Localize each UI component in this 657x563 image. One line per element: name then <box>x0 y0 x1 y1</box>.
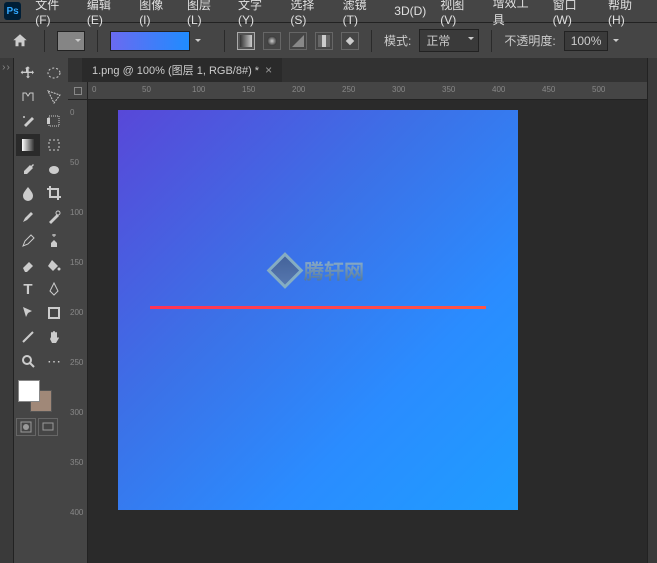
menu-help[interactable]: 帮助(H) <box>602 0 653 29</box>
workspace: 1.png @ 100% (图层 1, RGB/8#) * × 0 50 100… <box>68 58 647 563</box>
divider <box>371 30 372 52</box>
gradient-linear-icon[interactable] <box>237 32 255 50</box>
hand-tool-icon[interactable] <box>42 326 66 348</box>
menu-bar: Ps 文件(F) 编辑(E) 图像(I) 图层(L) 文字(Y) 选择(S) 滤… <box>0 0 657 22</box>
menu-type[interactable]: 文字(Y) <box>232 0 282 29</box>
move-tool-icon[interactable] <box>16 62 40 84</box>
menu-view[interactable]: 视图(V) <box>434 0 484 29</box>
menu-plugins[interactable]: 增效工具 <box>487 0 545 30</box>
zoom-tool-icon[interactable] <box>16 350 40 372</box>
crop-frame-icon[interactable] <box>42 110 66 132</box>
drop-tool-icon[interactable] <box>16 182 40 204</box>
quickmask-icon[interactable] <box>16 418 36 436</box>
tab-title: 1.png @ 100% (图层 1, RGB/8#) * <box>92 62 259 78</box>
gradient-angle-icon[interactable] <box>289 32 307 50</box>
rect-marquee-icon[interactable] <box>42 134 66 156</box>
divider <box>97 30 98 52</box>
right-collapse-strip[interactable] <box>647 58 657 563</box>
opacity-input[interactable]: 100% <box>564 31 609 51</box>
marquee-tool-icon[interactable] <box>42 62 66 84</box>
wand-tool-icon[interactable] <box>16 110 40 132</box>
mode-dropdown[interactable]: 正常 <box>419 29 479 52</box>
more-tools-icon[interactable]: ⋯ <box>42 350 66 372</box>
shape-tool-icon[interactable] <box>42 302 66 324</box>
close-icon[interactable]: × <box>265 63 272 77</box>
document-canvas[interactable]: 腾轩网 <box>118 110 518 510</box>
gradient-radial-icon[interactable] <box>263 32 281 50</box>
lasso-tool-icon[interactable] <box>16 86 40 108</box>
watermark-text: 腾轩网 <box>304 256 364 285</box>
menu-layer[interactable]: 图层(L) <box>181 0 230 29</box>
watermark-logo-icon <box>267 252 304 289</box>
document-tab[interactable]: 1.png @ 100% (图层 1, RGB/8#) * × <box>82 58 282 82</box>
watermark: 腾轩网 <box>272 256 364 285</box>
canvas-viewport[interactable]: 腾轩网 <box>88 100 647 563</box>
menu-window[interactable]: 窗口(W) <box>547 0 600 29</box>
home-button[interactable] <box>8 29 32 53</box>
menu-filter[interactable]: 滤镜(T) <box>337 0 387 29</box>
color-swatches[interactable] <box>16 380 54 412</box>
menu-file[interactable]: 文件(F) <box>29 0 79 29</box>
opacity-label: 不透明度: <box>504 32 555 49</box>
foreground-color[interactable] <box>18 380 40 402</box>
menu-image[interactable]: 图像(I) <box>133 0 179 29</box>
path-select-icon[interactable] <box>16 302 40 324</box>
ruler-origin[interactable] <box>68 82 88 100</box>
screenmode-icon[interactable] <box>38 418 58 436</box>
line-tool-icon[interactable] <box>16 326 40 348</box>
blob-tool-icon[interactable] <box>42 158 66 180</box>
menu-3d[interactable]: 3D(D) <box>388 2 432 20</box>
divider <box>44 30 45 52</box>
brush-tool-icon[interactable] <box>16 206 40 228</box>
panel-collapse-strip[interactable]: ›› <box>0 58 14 563</box>
clone-tool-icon[interactable] <box>42 230 66 252</box>
divider <box>224 30 225 52</box>
drawn-line <box>150 306 486 309</box>
menu-edit[interactable]: 编辑(E) <box>81 0 131 29</box>
divider <box>491 30 492 52</box>
foreground-swatch-picker[interactable] <box>57 31 85 51</box>
toolbox: T ⋯ <box>14 58 68 563</box>
gradient-reflected-icon[interactable] <box>315 32 333 50</box>
healing-tool-icon[interactable] <box>42 206 66 228</box>
document-tab-bar: 1.png @ 100% (图层 1, RGB/8#) * × <box>68 58 647 82</box>
eraser-tool-icon[interactable] <box>16 254 40 276</box>
crop-tool-icon[interactable] <box>42 182 66 204</box>
horizontal-ruler[interactable]: 0 50 100 150 200 250 300 350 400 450 500 <box>88 82 647 100</box>
menu-select[interactable]: 选择(S) <box>284 0 334 29</box>
mode-label: 模式: <box>384 32 411 49</box>
bucket-tool-icon[interactable] <box>42 254 66 276</box>
polygon-lasso-icon[interactable] <box>42 86 66 108</box>
gradient-preview[interactable] <box>110 31 190 51</box>
gradient-tool-icon[interactable] <box>16 134 40 156</box>
pencil-tool-icon[interactable] <box>16 230 40 252</box>
pen-tool-icon[interactable] <box>42 278 66 300</box>
app-icon: Ps <box>4 2 21 20</box>
vertical-ruler[interactable]: 0 50 100 150 200 250 300 350 400 <box>68 100 88 563</box>
eyedropper-tool-icon[interactable] <box>16 158 40 180</box>
gradient-diamond-icon[interactable] <box>341 32 359 50</box>
type-tool-icon[interactable]: T <box>16 278 40 300</box>
